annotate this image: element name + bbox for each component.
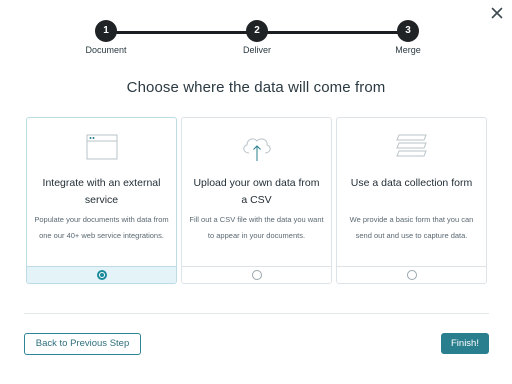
step-label: Merge (395, 45, 421, 55)
option-card-upload-csv[interactable]: Upload your own data from a CSV Fill out… (181, 117, 332, 284)
step-number: 3 (397, 20, 419, 42)
option-footer (337, 266, 486, 283)
option-description: We provide a basic form that you can sen… (349, 215, 474, 240)
option-title: Use a data collection form (350, 177, 473, 189)
cloud-upload-icon (242, 138, 271, 161)
close-icon (491, 7, 503, 19)
step-label: Document (85, 45, 127, 55)
step-deliver: 2 Deliver (217, 20, 297, 55)
option-description: Fill out a CSV file with the data you wa… (189, 215, 324, 240)
option-radio[interactable] (406, 270, 417, 280)
option-card-collection-form[interactable]: Use a data collection form We provide a … (336, 117, 487, 284)
option-footer (27, 266, 176, 283)
form-stack-icon (395, 134, 427, 157)
option-title: Integrate with an external service (42, 177, 161, 206)
step-label: Deliver (242, 45, 271, 55)
step-number: 2 (246, 20, 268, 42)
close-button[interactable] (490, 6, 504, 20)
option-footer (182, 266, 331, 283)
step-number: 1 (95, 20, 117, 42)
browser-window-icon (86, 134, 117, 160)
option-title: Upload your own data from a CSV (193, 177, 320, 206)
option-radio[interactable] (251, 270, 262, 280)
progress-stepper: 1 Document 2 Deliver 3 Merge (0, 20, 512, 60)
option-description: Populate your documents with data from o… (34, 215, 169, 240)
page-title: Choose where the data will come from (126, 79, 386, 96)
finish-button[interactable]: Finish! (441, 333, 489, 354)
step-merge: 3 Merge (368, 20, 448, 55)
data-source-options: Integrate with an external service Popul… (26, 117, 487, 284)
option-card-external-service[interactable]: Integrate with an external service Popul… (26, 117, 177, 284)
step-document: 1 Document (66, 20, 146, 55)
option-radio[interactable] (96, 270, 107, 280)
footer-divider (24, 313, 489, 314)
back-button[interactable]: Back to Previous Step (24, 333, 141, 355)
